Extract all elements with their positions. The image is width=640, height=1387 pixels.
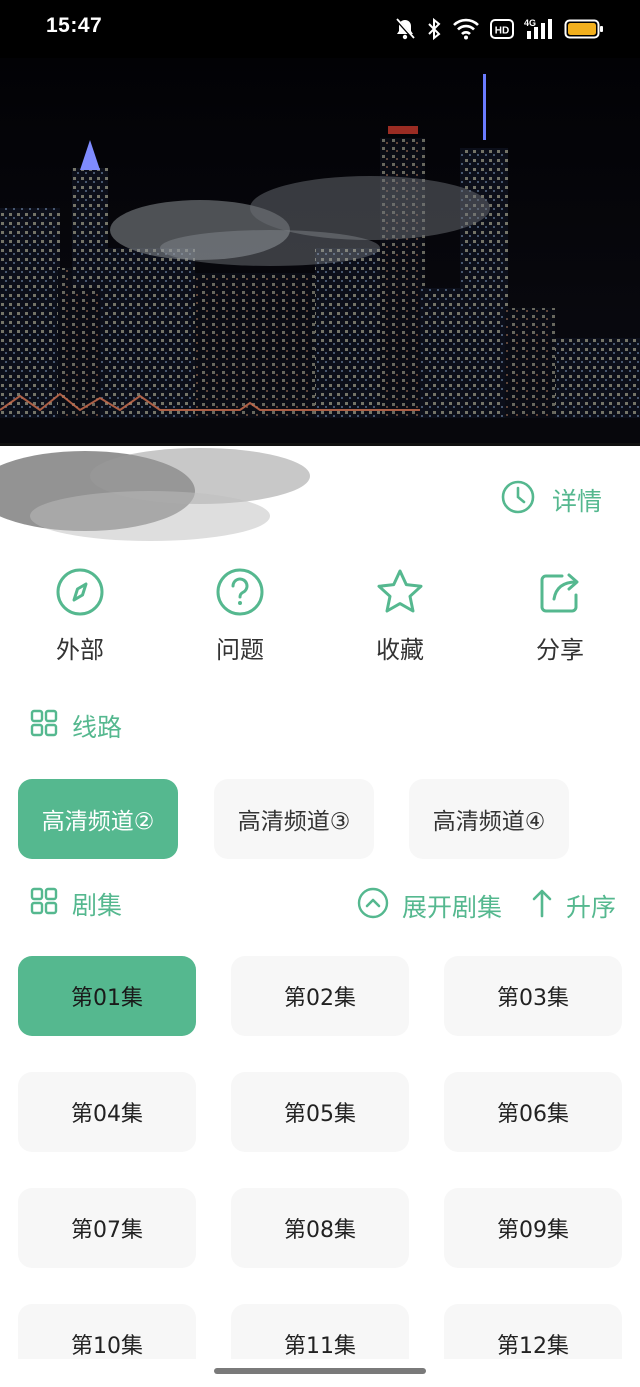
signal-4g-icon: 4G bbox=[524, 17, 554, 41]
hd-label: HD bbox=[495, 26, 509, 37]
grid-icon bbox=[30, 709, 58, 743]
episode-item[interactable]: 第01集 bbox=[18, 956, 196, 1036]
share-icon bbox=[536, 567, 584, 621]
route-chip[interactable]: 高清频道④ bbox=[409, 779, 569, 859]
wifi-icon bbox=[452, 18, 480, 40]
favorite-button[interactable]: 收藏 bbox=[330, 566, 470, 666]
sort-label: 升序 bbox=[566, 893, 617, 922]
episode-item[interactable]: 第03集 bbox=[444, 956, 622, 1036]
sort-ascending-button[interactable]: 升序 bbox=[530, 886, 616, 926]
share-label: 分享 bbox=[536, 636, 584, 664]
hd-icon: HD bbox=[490, 18, 514, 40]
episode-grid: 第01集 第02集 第03集 第04集 第05集 第06集 第07集 第08集 … bbox=[18, 956, 624, 1359]
bell-off-icon bbox=[394, 17, 416, 41]
status-bar: 15:47 HD 4G bbox=[0, 0, 640, 58]
routes-title: 线路 bbox=[72, 713, 123, 742]
route-chip[interactable]: 高清频道② bbox=[18, 779, 178, 859]
episode-item[interactable]: 第11集 bbox=[231, 1304, 409, 1359]
title-blur bbox=[0, 448, 310, 541]
question-icon bbox=[215, 567, 265, 621]
network-label: 4G bbox=[524, 18, 536, 28]
episode-item[interactable]: 第10集 bbox=[18, 1304, 196, 1359]
episode-item[interactable]: 第05集 bbox=[231, 1072, 409, 1152]
episodes-header: 剧集 bbox=[30, 886, 122, 922]
expand-episodes-label: 展开剧集 bbox=[402, 893, 503, 922]
question-button[interactable]: 问题 bbox=[170, 566, 310, 666]
action-row: 外部 问题 收藏 分享 bbox=[0, 566, 640, 666]
share-button[interactable]: 分享 bbox=[490, 566, 630, 666]
episode-item[interactable]: 第12集 bbox=[444, 1304, 622, 1359]
details-button[interactable]: 详情 bbox=[500, 480, 602, 520]
episode-item[interactable]: 第07集 bbox=[18, 1188, 196, 1268]
episode-item[interactable]: 第06集 bbox=[444, 1072, 622, 1152]
home-indicator[interactable] bbox=[214, 1368, 426, 1374]
bluetooth-icon bbox=[426, 17, 442, 41]
expand-episodes-button[interactable]: 展开剧集 bbox=[356, 886, 502, 926]
episode-item[interactable]: 第08集 bbox=[231, 1188, 409, 1268]
star-icon bbox=[374, 567, 426, 621]
compass-icon bbox=[55, 567, 105, 621]
chevron-up-circle-icon bbox=[356, 886, 390, 926]
external-button[interactable]: 外部 bbox=[10, 566, 150, 666]
external-label: 外部 bbox=[56, 636, 104, 664]
favorite-label: 收藏 bbox=[376, 636, 424, 664]
episode-item[interactable]: 第09集 bbox=[444, 1188, 622, 1268]
arrow-up-icon bbox=[530, 886, 554, 926]
status-icons: HD 4G bbox=[394, 15, 604, 43]
route-chip[interactable]: 高清频道③ bbox=[214, 779, 374, 859]
status-time: 15:47 bbox=[46, 14, 103, 37]
routes-header: 线路 bbox=[30, 708, 122, 744]
episode-item[interactable]: 第02集 bbox=[231, 956, 409, 1036]
episodes-title: 剧集 bbox=[72, 891, 123, 920]
video-player[interactable] bbox=[0, 58, 640, 446]
details-label: 详情 bbox=[552, 487, 603, 516]
video-frame bbox=[0, 58, 640, 446]
battery-icon bbox=[564, 18, 604, 40]
clock-icon bbox=[500, 479, 536, 521]
episode-item[interactable]: 第04集 bbox=[18, 1072, 196, 1152]
grid-icon bbox=[30, 887, 58, 921]
question-label: 问题 bbox=[216, 636, 264, 664]
